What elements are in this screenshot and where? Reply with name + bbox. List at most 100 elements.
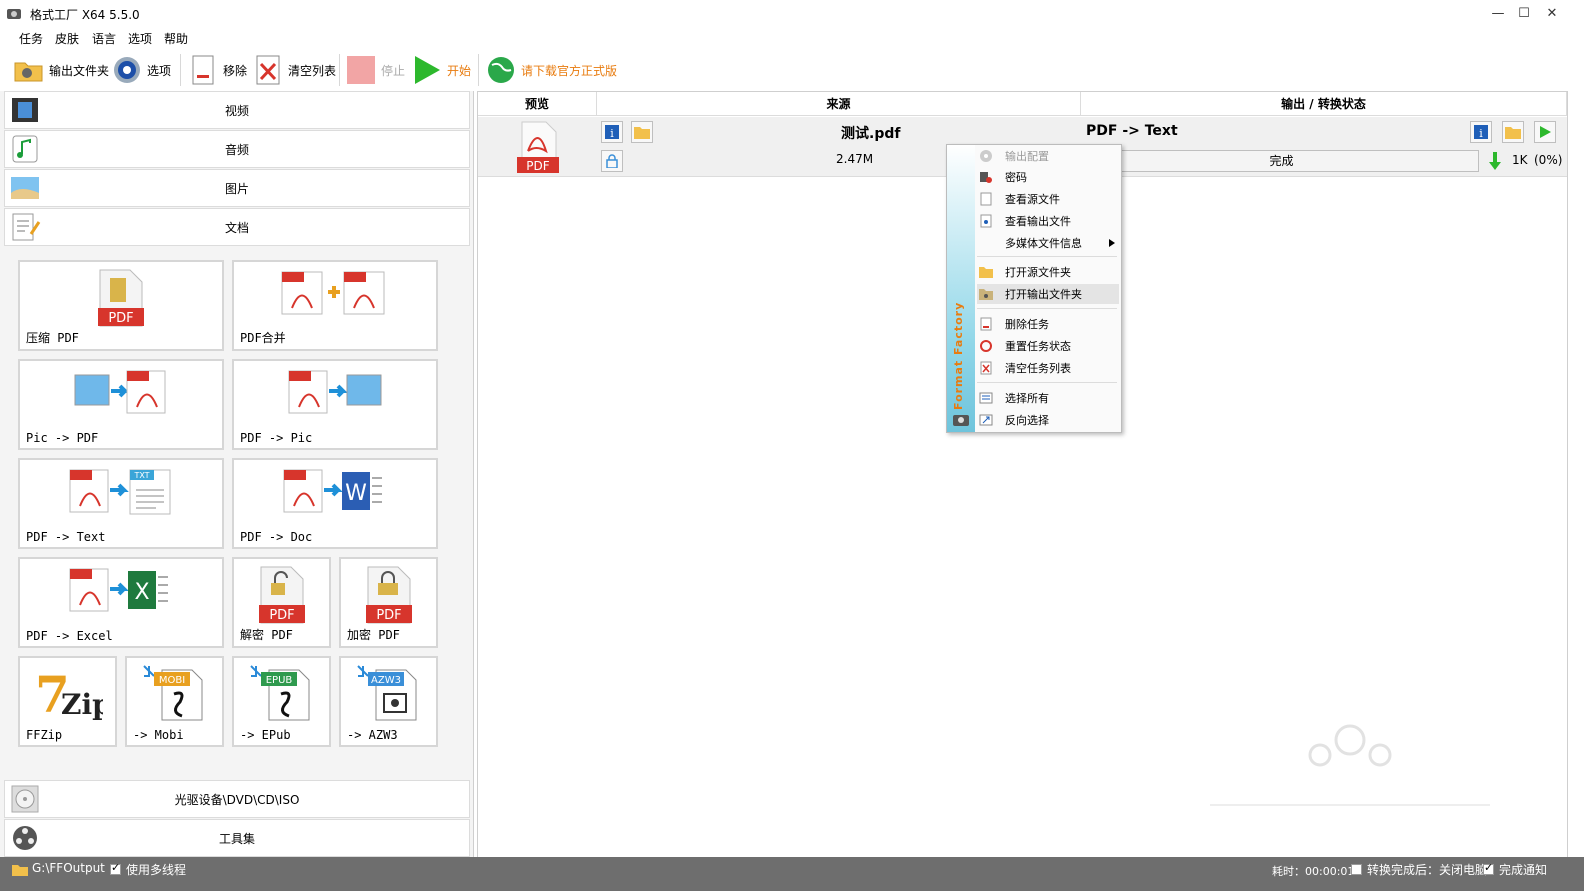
source-filename: 测试.pdf (841, 126, 901, 142)
menu-separator (977, 256, 1117, 257)
column-preview[interactable]: 预览 (478, 92, 597, 116)
column-output-status[interactable]: 输出 / 转换状态 (1081, 92, 1567, 116)
folder-icon (634, 127, 650, 139)
output-play-button[interactable] (1534, 121, 1556, 143)
download-official-link[interactable]: 请下载官方正式版 (486, 52, 617, 88)
password-lock-button[interactable] (601, 150, 623, 172)
ctx-reset-status[interactable]: 重置任务状态 (977, 336, 1119, 356)
menu-task[interactable]: 任务 (19, 30, 43, 47)
invert-selection-icon (979, 414, 993, 426)
stop-button[interactable]: 停止 (346, 52, 405, 88)
source-size: 2.47M (836, 152, 874, 166)
ctx-media-info[interactable]: 多媒体文件信息 (977, 233, 1119, 253)
folder-icon (979, 267, 993, 278)
ctx-clear-task-list[interactable]: 清空任务列表 (977, 358, 1119, 378)
after-convert-checkbox[interactable] (1351, 864, 1362, 875)
output-folder-button[interactable] (1502, 121, 1524, 143)
menu-options[interactable]: 选项 (128, 30, 152, 47)
ctx-open-source-folder[interactable]: 打开源文件夹 (977, 262, 1119, 282)
conversion-type: PDF -> Text (1086, 123, 1178, 139)
ctx-view-output[interactable]: 查看输出文件 (977, 211, 1119, 231)
menu-help[interactable]: 帮助 (164, 30, 188, 47)
clear-list-button[interactable]: 清空列表 (253, 52, 336, 88)
output-folder-button[interactable]: 输出文件夹 (14, 52, 109, 88)
mobi-icon: MOBI (127, 664, 222, 722)
category-tools[interactable]: 工具集 (4, 819, 470, 857)
ctx-open-output-folder[interactable]: 打开输出文件夹 (977, 284, 1119, 304)
menu-separator (977, 382, 1117, 383)
azw3-icon: AZW3 (341, 664, 436, 722)
folder-icon (12, 865, 28, 876)
svg-text:W: W (345, 481, 367, 506)
svg-text:X: X (134, 580, 149, 605)
svg-text:i: i (1479, 127, 1483, 139)
category-audio[interactable]: 音频 (4, 130, 470, 168)
output-info-button[interactable]: i (1470, 121, 1492, 143)
tool-decrypt-pdf[interactable]: PDF 解密 PDF (232, 557, 331, 648)
tool-to-azw3[interactable]: AZW3 -> AZW3 (339, 656, 438, 747)
notify-checkbox[interactable] (1483, 861, 1494, 875)
ctx-password[interactable]: 密码 (977, 167, 1119, 187)
folder-icon (1505, 127, 1521, 139)
epub-icon: EPUB (234, 664, 329, 722)
ctx-select-all[interactable]: 选择所有 (977, 388, 1119, 408)
minimize-button[interactable]: — (1486, 4, 1510, 24)
lock-pdf-icon: PDF (341, 565, 436, 624)
tool-to-epub[interactable]: EPUB -> EPub (232, 656, 331, 747)
pdf-to-doc-icon: W (234, 466, 436, 524)
tool-encrypt-pdf[interactable]: PDF 加密 PDF (339, 557, 438, 648)
start-button[interactable]: 开始 (412, 52, 471, 88)
info-icon: i (1474, 125, 1488, 139)
multithread-checkbox[interactable] (110, 861, 121, 875)
svg-text:AZW3: AZW3 (371, 675, 401, 686)
tool-pic-to-pdf[interactable]: Pic -> PDF (18, 359, 224, 450)
unlock-pdf-icon: PDF (234, 565, 329, 624)
svg-text:PDF: PDF (269, 608, 294, 623)
svg-text:EPUB: EPUB (265, 675, 292, 686)
play-icon (412, 55, 442, 85)
close-button[interactable]: ✕ (1540, 4, 1564, 24)
svg-text:PDF: PDF (108, 311, 133, 326)
clear-icon (253, 55, 283, 85)
tool-pdf-to-doc[interactable]: W PDF -> Doc (232, 458, 438, 549)
tool-pdf-to-text[interactable]: TXT PDF -> Text (18, 458, 224, 549)
options-button[interactable]: 选项 (112, 52, 171, 88)
baidu-watermark-logo (1210, 724, 1490, 806)
tool-pdf-to-pic[interactable]: PDF -> Pic (232, 359, 438, 450)
tool-ffzip[interactable]: 7 Zip FFZip (18, 656, 117, 747)
title-bar: 格式工厂 X64 5.5.0 — ☐ ✕ (0, 0, 1584, 28)
menu-language[interactable]: 语言 (92, 30, 116, 47)
stop-icon (346, 55, 376, 85)
maximize-button[interactable]: ☐ (1512, 4, 1536, 24)
menu-skin[interactable]: 皮肤 (55, 30, 79, 47)
remove-icon (188, 55, 218, 85)
remove-button[interactable]: 移除 (188, 52, 247, 88)
source-folder-button[interactable] (631, 121, 653, 143)
tool-compress-pdf[interactable]: PDF 压缩 PDF (18, 260, 224, 351)
output-path[interactable]: G:\FFOutput (32, 861, 105, 875)
ctx-view-source[interactable]: 查看源文件 (977, 189, 1119, 209)
tool-merge-pdf[interactable]: PDF合并 (232, 260, 438, 351)
status-text: 完成 (1269, 154, 1294, 168)
gear-icon (112, 55, 142, 85)
ctx-output-config[interactable]: 输出配置 (977, 146, 1119, 166)
play-icon (1540, 126, 1551, 138)
ctx-invert-selection[interactable]: 反向选择 (977, 410, 1119, 430)
folder-icon (14, 55, 44, 85)
lock-icon (606, 154, 618, 168)
category-video[interactable]: 视频 (4, 91, 470, 129)
tool-pdf-to-excel[interactable]: X PDF -> Excel (18, 557, 224, 648)
category-picture[interactable]: 图片 (4, 169, 470, 207)
source-info-button[interactable]: i (601, 121, 623, 143)
status-bar: G:\FFOutput 使用多线程 耗时：00:00:01 转换完成后：关闭电脑… (0, 857, 1584, 891)
column-source[interactable]: 来源 (597, 92, 1081, 116)
pic-to-pdf-icon (20, 367, 222, 425)
ctx-delete-task[interactable]: 删除任务 (977, 314, 1119, 334)
tool-to-mobi[interactable]: MOBI -> Mobi (125, 656, 224, 747)
toolbar-separator (339, 54, 340, 86)
category-document[interactable]: 文档 (4, 208, 470, 246)
menu-bar: 任务 皮肤 语言 选项 帮助 (0, 28, 1584, 48)
brand-text: Format Factory (952, 301, 965, 410)
reset-icon (980, 340, 992, 352)
category-disc[interactable]: 光驱设备\DVD\CD\ISO (4, 780, 470, 818)
